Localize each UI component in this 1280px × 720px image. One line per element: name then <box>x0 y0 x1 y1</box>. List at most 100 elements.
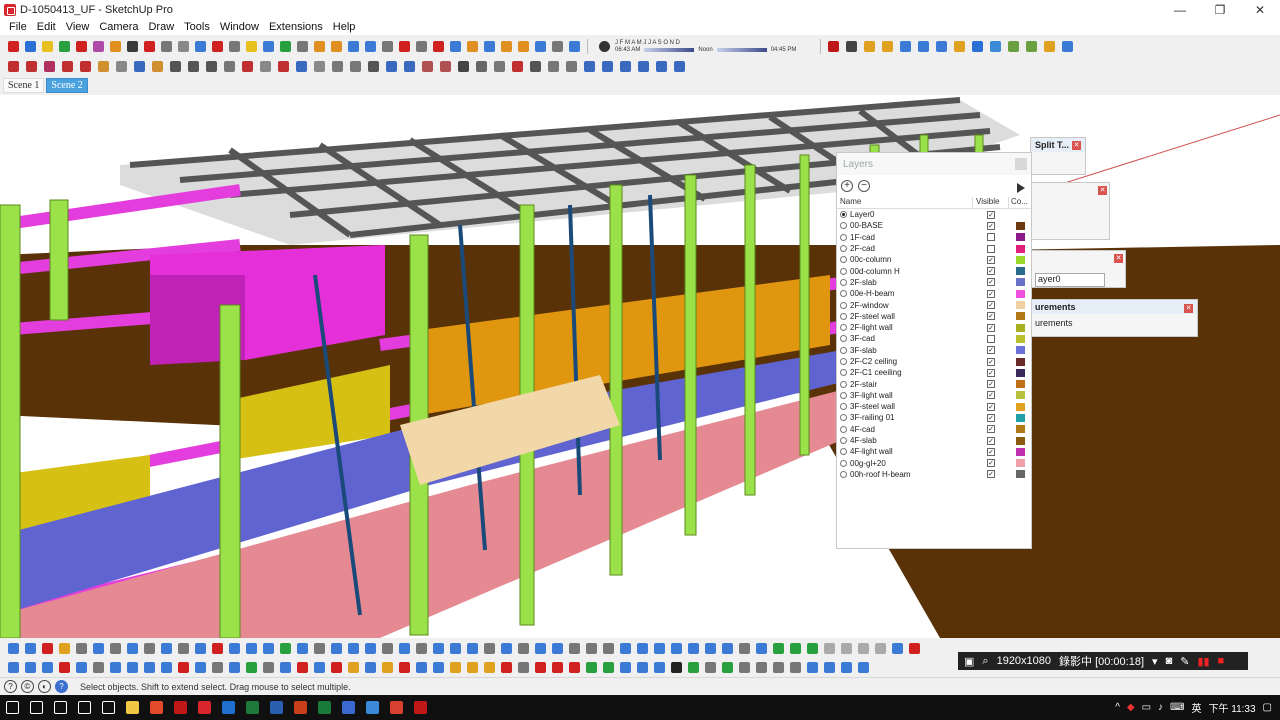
toolbar-button[interactable] <box>600 59 615 74</box>
toolbar-button[interactable] <box>465 39 480 54</box>
toolbar-button[interactable] <box>737 641 752 656</box>
toolbar-button[interactable] <box>672 59 687 74</box>
toolbar-button[interactable] <box>618 660 633 675</box>
close-icon[interactable]: ✕ <box>1184 304 1193 313</box>
toolbar-button[interactable] <box>431 641 446 656</box>
toolbar-button[interactable] <box>654 59 669 74</box>
current-layer-radio[interactable] <box>840 425 847 433</box>
toolbar-button[interactable] <box>222 59 237 74</box>
shadow-time-slider[interactable] <box>644 47 695 52</box>
toolbar-button[interactable] <box>482 39 497 54</box>
toolbar-button[interactable] <box>261 39 276 54</box>
taskbar-app-icon[interactable] <box>24 695 48 720</box>
layer-color-swatch[interactable] <box>1015 210 1025 219</box>
visible-checkbox[interactable] <box>987 244 995 253</box>
layer-color-swatch[interactable] <box>1015 470 1025 479</box>
toolbar-button[interactable] <box>78 59 93 74</box>
layer-color-swatch[interactable] <box>1015 447 1025 456</box>
current-layer-radio[interactable] <box>840 470 847 478</box>
toolbar-button[interactable] <box>312 59 327 74</box>
layer-color-swatch[interactable] <box>1015 413 1025 422</box>
zoom-icon[interactable]: ⌕ <box>982 655 988 668</box>
layer-row[interactable]: 2F-stair ✓ <box>837 378 1031 389</box>
recorder-pen-icon[interactable]: ✎ <box>1180 655 1189 668</box>
toolbar-button[interactable] <box>6 660 21 675</box>
toolbar-button[interactable] <box>142 660 157 675</box>
recorder-dropdown-icon[interactable]: ▾ <box>1152 655 1158 668</box>
network-icon[interactable]: ▭ <box>1142 702 1151 713</box>
menu-help[interactable]: Help <box>328 21 361 33</box>
menu-draw[interactable]: Draw <box>143 21 179 33</box>
toolbar-button[interactable] <box>108 660 123 675</box>
layer-row[interactable]: 2F-slab ✓ <box>837 277 1031 288</box>
toolbar-button[interactable] <box>397 641 412 656</box>
toolbar-button[interactable] <box>125 641 140 656</box>
toolbar-button[interactable] <box>584 660 599 675</box>
layer-color-swatch[interactable] <box>1015 368 1025 377</box>
toolbar-button[interactable] <box>6 641 21 656</box>
toolbar-button[interactable] <box>564 59 579 74</box>
visible-checkbox[interactable]: ✓ <box>987 278 995 287</box>
visible-checkbox[interactable] <box>987 334 995 343</box>
toolbar-button[interactable] <box>499 39 514 54</box>
visible-checkbox[interactable]: ✓ <box>987 380 995 389</box>
visible-checkbox[interactable]: ✓ <box>987 323 995 332</box>
toolbar-button[interactable] <box>244 641 259 656</box>
layer-dropdown[interactable]: ayer0 <box>1035 273 1105 287</box>
toolbar-button[interactable] <box>492 59 507 74</box>
toolbar-button[interactable] <box>754 641 769 656</box>
layer-color-swatch[interactable] <box>1015 334 1025 343</box>
visible-checkbox[interactable]: ✓ <box>987 255 995 264</box>
toolbar-button[interactable] <box>686 660 701 675</box>
current-layer-radio[interactable] <box>840 448 847 456</box>
taskbar-app-icon[interactable] <box>312 695 336 720</box>
toolbar-button[interactable] <box>108 641 123 656</box>
toolbar-button[interactable] <box>348 59 363 74</box>
user-icon[interactable]: ◐ <box>38 680 51 693</box>
close-icon[interactable]: ✕ <box>1072 141 1081 150</box>
toolbar-button[interactable] <box>380 39 395 54</box>
panel-close-icon[interactable] <box>1015 158 1027 170</box>
taskbar-app-icon[interactable] <box>120 695 144 720</box>
add-layer-button[interactable]: + <box>841 180 853 192</box>
toolbar-button[interactable] <box>244 660 259 675</box>
toolbar-button[interactable] <box>970 39 985 54</box>
toolbar-button[interactable] <box>934 39 949 54</box>
toolbar-button[interactable] <box>244 39 259 54</box>
toolbar-button[interactable] <box>363 641 378 656</box>
current-layer-radio[interactable] <box>840 369 847 377</box>
toolbar-button[interactable] <box>822 641 837 656</box>
layer-row[interactable]: 00d-column H ✓ <box>837 265 1031 276</box>
toolbar-button[interactable] <box>210 641 225 656</box>
taskbar-app-icon[interactable] <box>288 695 312 720</box>
acrobat-tray-icon[interactable]: ◆ <box>1127 702 1135 713</box>
current-layer-radio[interactable] <box>840 324 847 332</box>
current-layer-radio[interactable] <box>840 380 847 388</box>
close-button[interactable]: ✕ <box>1240 0 1280 19</box>
visible-checkbox[interactable]: ✓ <box>987 470 995 479</box>
shadow-time-slider-2[interactable] <box>716 47 767 52</box>
current-layer-radio[interactable] <box>840 290 847 298</box>
toolbar-button[interactable] <box>567 660 582 675</box>
layer-row[interactable]: 3F-steel wall ✓ <box>837 401 1031 412</box>
toolbar-button[interactable] <box>125 39 140 54</box>
toolbar-button[interactable] <box>669 660 684 675</box>
taskbar-app-icon[interactable] <box>144 695 168 720</box>
layer-row[interactable]: 3F-railing 01 ✓ <box>837 412 1031 423</box>
toolbar-button[interactable] <box>510 59 525 74</box>
ime-indicator[interactable]: 英 <box>1191 700 1201 715</box>
toolbar-button[interactable] <box>414 660 429 675</box>
taskbar-app-icon[interactable] <box>96 695 120 720</box>
layer-row[interactable]: 00-BASE ✓ <box>837 220 1031 231</box>
details-arrow-icon[interactable] <box>1017 183 1027 193</box>
current-layer-radio[interactable] <box>840 335 847 343</box>
start-button[interactable] <box>0 695 24 720</box>
layer-row[interactable]: 2F-cad <box>837 243 1031 254</box>
toolbar-button[interactable] <box>312 660 327 675</box>
current-layer-radio[interactable] <box>840 437 847 445</box>
layer-color-swatch[interactable] <box>1015 267 1025 276</box>
toolbar-button[interactable] <box>880 39 895 54</box>
current-layer-radio[interactable] <box>840 391 847 399</box>
menu-extensions[interactable]: Extensions <box>264 21 328 33</box>
toolbar-button[interactable] <box>159 660 174 675</box>
